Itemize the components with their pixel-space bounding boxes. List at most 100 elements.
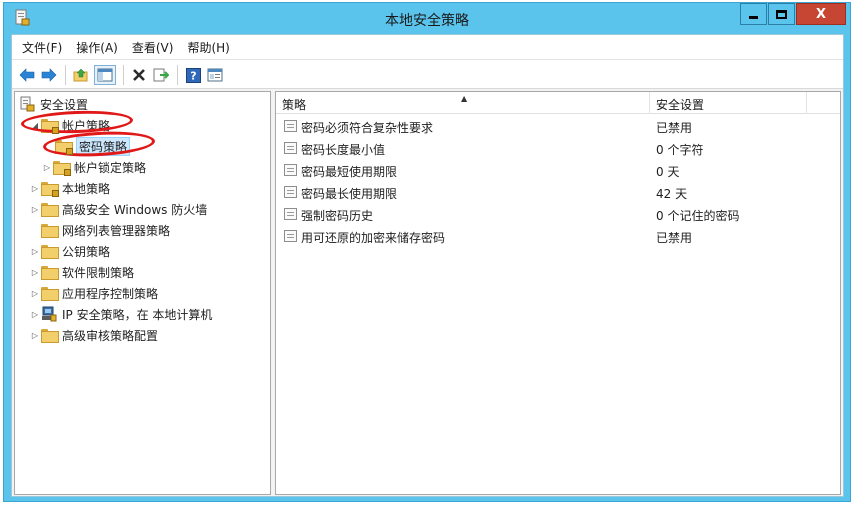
expand-arrow-icon[interactable]: ▷	[29, 289, 41, 298]
window-title: 本地安全策略	[385, 13, 469, 29]
folder-icon	[41, 224, 59, 238]
tree-label: 高级审核策略配置	[62, 328, 159, 343]
menu-view[interactable]: 查看(V)	[132, 39, 174, 56]
policy-item-icon	[284, 142, 297, 154]
column-divider[interactable]	[649, 92, 650, 114]
tree-label: 软件限制策略	[62, 265, 135, 280]
policy-name: 强制密码历史	[301, 209, 374, 223]
expand-arrow-icon[interactable]: ▷	[29, 331, 41, 340]
policy-name: 用可还原的加密来储存密码	[301, 231, 446, 245]
help-icon: ?	[185, 67, 201, 83]
tree-item-advanced-audit[interactable]: ▷ 高级审核策略配置	[29, 325, 158, 345]
expand-arrow-icon[interactable]: ▷	[41, 163, 53, 172]
tree-item-local-policies[interactable]: ▷ 本地策略	[29, 178, 110, 198]
up-one-level-button[interactable]	[72, 65, 90, 85]
tree-label: 网络列表管理器策略	[62, 223, 171, 238]
policy-name: 密码最短使用期限	[301, 165, 398, 179]
minimize-button[interactable]	[740, 3, 767, 25]
policy-name: 密码长度最小值	[301, 143, 386, 157]
tree-item-account-lockout-policy[interactable]: ▷ 帐户锁定策略	[41, 157, 146, 177]
policy-item-icon	[284, 164, 297, 176]
toolbar-separator	[123, 65, 124, 85]
menu-help[interactable]: 帮助(H)	[187, 39, 229, 56]
folder-icon	[41, 266, 59, 280]
column-header-security-setting[interactable]: 安全设置	[656, 96, 704, 113]
policy-item-icon	[284, 230, 297, 242]
table-row[interactable]: 密码最长使用期限 42 天	[276, 181, 840, 203]
properties-button[interactable]	[206, 65, 224, 85]
table-row[interactable]: 密码长度最小值 0 个字符	[276, 137, 840, 159]
expand-arrow-icon[interactable]: ▷	[29, 247, 41, 256]
network-shield-icon	[42, 306, 57, 322]
tree-item-public-key-policies[interactable]: ▷ 公钥策略	[29, 241, 110, 261]
delete-button[interactable]	[130, 65, 148, 85]
console-tree[interactable]: 安全设置 ◢ 帐户策略 密码策略 ▷ 帐户锁定策略 ▷ 本地策略 ▷ 高级安全 …	[14, 91, 271, 495]
delete-icon	[133, 69, 145, 81]
folder-icon	[41, 203, 59, 217]
security-settings-icon	[20, 96, 35, 112]
folder-icon	[41, 245, 59, 259]
tree-item-software-restriction[interactable]: ▷ 软件限制策略	[29, 262, 134, 282]
policy-setting: 已禁用	[656, 231, 693, 245]
export-list-button[interactable]	[152, 65, 170, 85]
tree-label: 公钥策略	[62, 244, 111, 259]
policy-name: 密码必须符合复杂性要求	[301, 121, 434, 135]
menu-action[interactable]: 操作(A)	[76, 39, 118, 56]
tree-label: IP 安全策略，在 本地计算机	[62, 307, 213, 322]
help-button[interactable]: ?	[184, 65, 202, 85]
show-hide-console-tree-button[interactable]	[94, 65, 116, 85]
tree-item-network-list-manager[interactable]: 网络列表管理器策略	[41, 220, 170, 240]
show-hide-tree-icon	[97, 68, 113, 82]
table-row[interactable]: 用可还原的加密来储存密码 已禁用	[276, 225, 840, 247]
help-glyph: ?	[190, 69, 196, 82]
expand-arrow-icon[interactable]: ▷	[29, 268, 41, 277]
policy-setting: 0 个字符	[656, 143, 704, 157]
maximize-button[interactable]	[768, 3, 795, 25]
close-icon: X	[815, 6, 827, 22]
table-row[interactable]: 密码必须符合复杂性要求 已禁用	[276, 115, 840, 137]
title-bar[interactable]: 本地安全策略 X	[4, 3, 850, 34]
column-header-policy[interactable]: 策略	[282, 96, 306, 113]
sort-ascending-icon: ▲	[461, 94, 468, 103]
app-window: 本地安全策略 X 文件(F) 操作(A) 查看(V) 帮助(H) ? 安全设置 …	[3, 2, 851, 502]
policy-name: 密码最长使用期限	[301, 187, 398, 201]
policy-list[interactable]: 策略 ▲ 安全设置 密码必须符合复杂性要求 已禁用 密码长度最小值 0 个字符 …	[275, 91, 841, 495]
policy-item-icon	[284, 208, 297, 220]
expand-arrow-icon[interactable]: ▷	[29, 310, 41, 319]
menu-bar: 文件(F) 操作(A) 查看(V) 帮助(H)	[12, 35, 843, 59]
export-list-icon	[153, 68, 169, 82]
toolbar-separator	[65, 65, 66, 85]
back-button[interactable]	[18, 65, 36, 85]
forward-button[interactable]	[40, 65, 58, 85]
toolbar-separator	[177, 65, 178, 85]
policy-setting: 已禁用	[656, 121, 693, 135]
tree-label: 应用程序控制策略	[62, 286, 159, 301]
table-row[interactable]: 强制密码历史 0 个记住的密码	[276, 203, 840, 225]
column-divider[interactable]	[806, 92, 807, 114]
maximize-icon	[776, 9, 787, 19]
tree-label: 本地策略	[62, 181, 111, 196]
policy-setting: 0 天	[656, 165, 680, 179]
up-folder-icon	[73, 68, 88, 82]
properties-icon	[207, 68, 223, 82]
expand-arrow-icon[interactable]: ▷	[29, 184, 41, 193]
tree-label: 高级安全 Windows 防火墙	[62, 202, 208, 217]
folder-lock-icon	[41, 182, 59, 197]
policy-setting: 42 天	[656, 187, 688, 201]
tree-label: 帐户锁定策略	[74, 160, 147, 175]
menu-file[interactable]: 文件(F)	[22, 39, 62, 56]
toolbar: ?	[12, 59, 843, 89]
close-button[interactable]: X	[796, 3, 846, 25]
policy-item-icon	[284, 186, 297, 198]
list-header: 策略 ▲ 安全设置	[276, 92, 840, 114]
tree-item-ip-security[interactable]: ▷ IP 安全策略，在 本地计算机	[29, 304, 212, 324]
table-row[interactable]: 密码最短使用期限 0 天	[276, 159, 840, 181]
forward-arrow-icon	[41, 68, 57, 82]
policy-item-icon	[284, 120, 297, 132]
tree-item-windows-firewall[interactable]: ▷ 高级安全 Windows 防火墙	[29, 199, 207, 219]
folder-lock-icon	[53, 161, 71, 176]
expand-arrow-icon[interactable]: ▷	[29, 205, 41, 214]
tree-item-application-control[interactable]: ▷ 应用程序控制策略	[29, 283, 158, 303]
client-area: 文件(F) 操作(A) 查看(V) 帮助(H) ? 安全设置 ◢ 帐户策略 密码…	[11, 34, 844, 497]
folder-icon	[41, 287, 59, 301]
